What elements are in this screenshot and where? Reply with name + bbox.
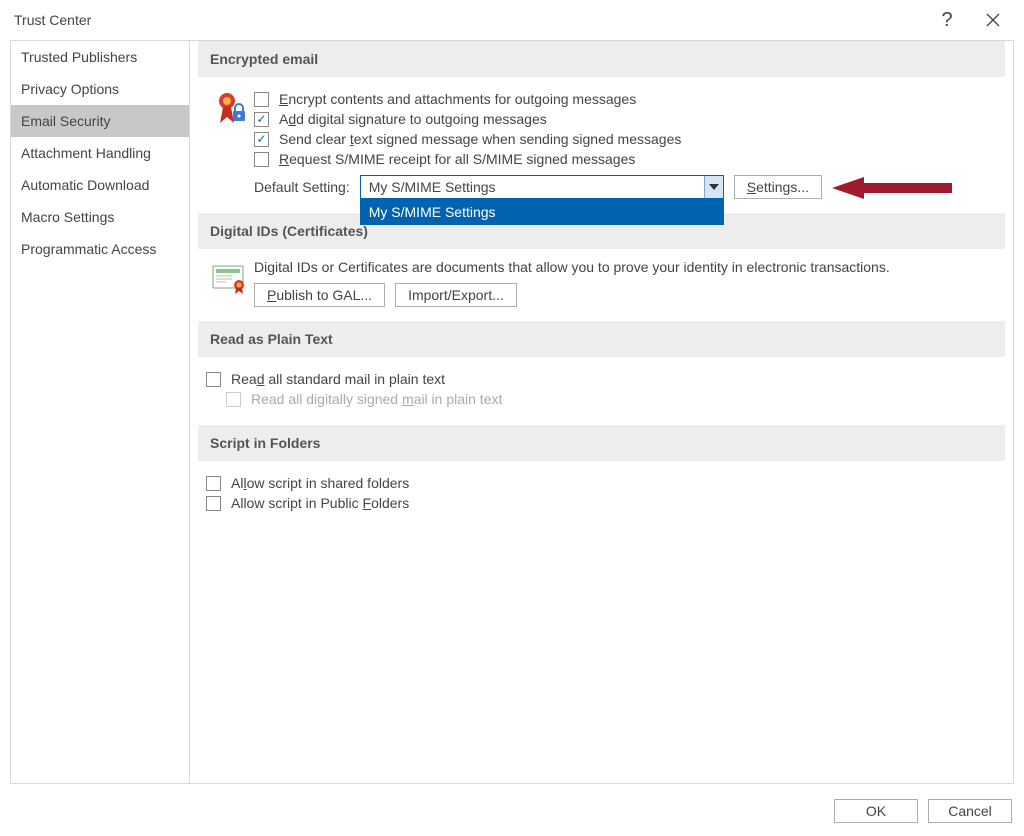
option-encrypt-contents[interactable]: Encrypt contents and attachments for out…: [254, 91, 997, 107]
close-button[interactable]: [970, 0, 1016, 40]
label-encrypt: Encrypt contents and attachments for out…: [279, 91, 636, 107]
dialog-footer: OK Cancel: [0, 790, 1024, 832]
ribbon-lock-icon: [206, 87, 254, 199]
help-button[interactable]: ?: [924, 0, 970, 40]
dialog-content: Trusted Publishers Privacy Options Email…: [0, 40, 1024, 790]
label-clear-text: Send clear text signed message when send…: [279, 131, 681, 147]
checkbox-script-shared[interactable]: [206, 476, 221, 491]
annotation-arrow-icon: [832, 175, 952, 201]
section-header-plain-text: Read as Plain Text: [198, 321, 1005, 357]
settings-panel: Encrypted email Encrypt contents and att…: [190, 40, 1014, 784]
label-script-public: Allow script in Public Folders: [231, 495, 409, 511]
default-setting-row: Default Setting: My S/MIME Settings My S…: [254, 175, 997, 199]
section-header-script: Script in Folders: [198, 425, 1005, 461]
sidebar-item-macro-settings[interactable]: Macro Settings: [11, 201, 189, 233]
combo-dropdown-button[interactable]: [704, 176, 723, 198]
help-icon: ?: [941, 9, 952, 32]
sidebar-item-attachment-handling[interactable]: Attachment Handling: [11, 137, 189, 169]
section-body-encrypted-email: Encrypt contents and attachments for out…: [198, 77, 1005, 213]
default-setting-label: Default Setting:: [254, 179, 350, 195]
option-script-shared[interactable]: Allow script in shared folders: [206, 475, 997, 491]
section-body-script: Allow script in shared folders Allow scr…: [198, 461, 1005, 529]
label-script-shared: Allow script in shared folders: [231, 475, 409, 491]
publish-to-gal-button[interactable]: Publish to GAL...: [254, 283, 385, 307]
section-body-plain-text: Read all standard mail in plain text Rea…: [198, 357, 1005, 425]
label-request-receipt: Request S/MIME receipt for all S/MIME si…: [279, 151, 635, 167]
checkbox-script-public[interactable]: [206, 496, 221, 511]
option-read-signed-plain: Read all digitally signed mail in plain …: [226, 391, 997, 407]
checkbox-clear-text[interactable]: [254, 132, 269, 147]
chevron-down-icon: [709, 184, 719, 190]
checkbox-add-signature[interactable]: [254, 112, 269, 127]
checkbox-encrypt[interactable]: [254, 92, 269, 107]
window-title: Trust Center: [14, 12, 924, 28]
titlebar: Trust Center ?: [0, 0, 1024, 40]
close-icon: [986, 13, 1000, 27]
import-export-button[interactable]: Import/Export...: [395, 283, 517, 307]
digital-ids-description: Digital IDs or Certificates are document…: [254, 259, 997, 275]
combo-option-my-smime[interactable]: My S/MIME Settings: [361, 200, 723, 224]
sidebar-item-privacy-options[interactable]: Privacy Options: [11, 73, 189, 105]
settings-button[interactable]: Settings...: [734, 175, 822, 199]
default-setting-combo[interactable]: My S/MIME Settings My S/MIME Settings: [360, 175, 724, 199]
combo-dropdown-list[interactable]: My S/MIME Settings: [360, 199, 724, 225]
option-request-receipt[interactable]: Request S/MIME receipt for all S/MIME si…: [254, 151, 997, 167]
combo-selected-value: My S/MIME Settings: [361, 179, 704, 195]
section-header-encrypted-email: Encrypted email: [198, 41, 1005, 77]
option-read-all-plain[interactable]: Read all standard mail in plain text: [206, 371, 997, 387]
checkbox-read-all-plain[interactable]: [206, 372, 221, 387]
label-read-signed-plain: Read all digitally signed mail in plain …: [251, 391, 502, 407]
option-script-public[interactable]: Allow script in Public Folders: [206, 495, 997, 511]
option-clear-text[interactable]: Send clear text signed message when send…: [254, 131, 997, 147]
label-add-signature: Add digital signature to outgoing messag…: [279, 111, 547, 127]
checkbox-read-signed-plain: [226, 392, 241, 407]
sidebar: Trusted Publishers Privacy Options Email…: [10, 40, 190, 784]
label-read-all-plain: Read all standard mail in plain text: [231, 371, 445, 387]
certificate-icon: [206, 259, 254, 307]
sidebar-item-programmatic-access[interactable]: Programmatic Access: [11, 233, 189, 265]
ok-button[interactable]: OK: [834, 799, 918, 823]
option-add-signature[interactable]: Add digital signature to outgoing messag…: [254, 111, 997, 127]
sidebar-item-trusted-publishers[interactable]: Trusted Publishers: [11, 41, 189, 73]
cancel-button[interactable]: Cancel: [928, 799, 1012, 823]
sidebar-item-email-security[interactable]: Email Security: [11, 105, 189, 137]
sidebar-item-automatic-download[interactable]: Automatic Download: [11, 169, 189, 201]
section-body-digital-ids: Digital IDs or Certificates are document…: [198, 249, 1005, 321]
checkbox-request-receipt[interactable]: [254, 152, 269, 167]
